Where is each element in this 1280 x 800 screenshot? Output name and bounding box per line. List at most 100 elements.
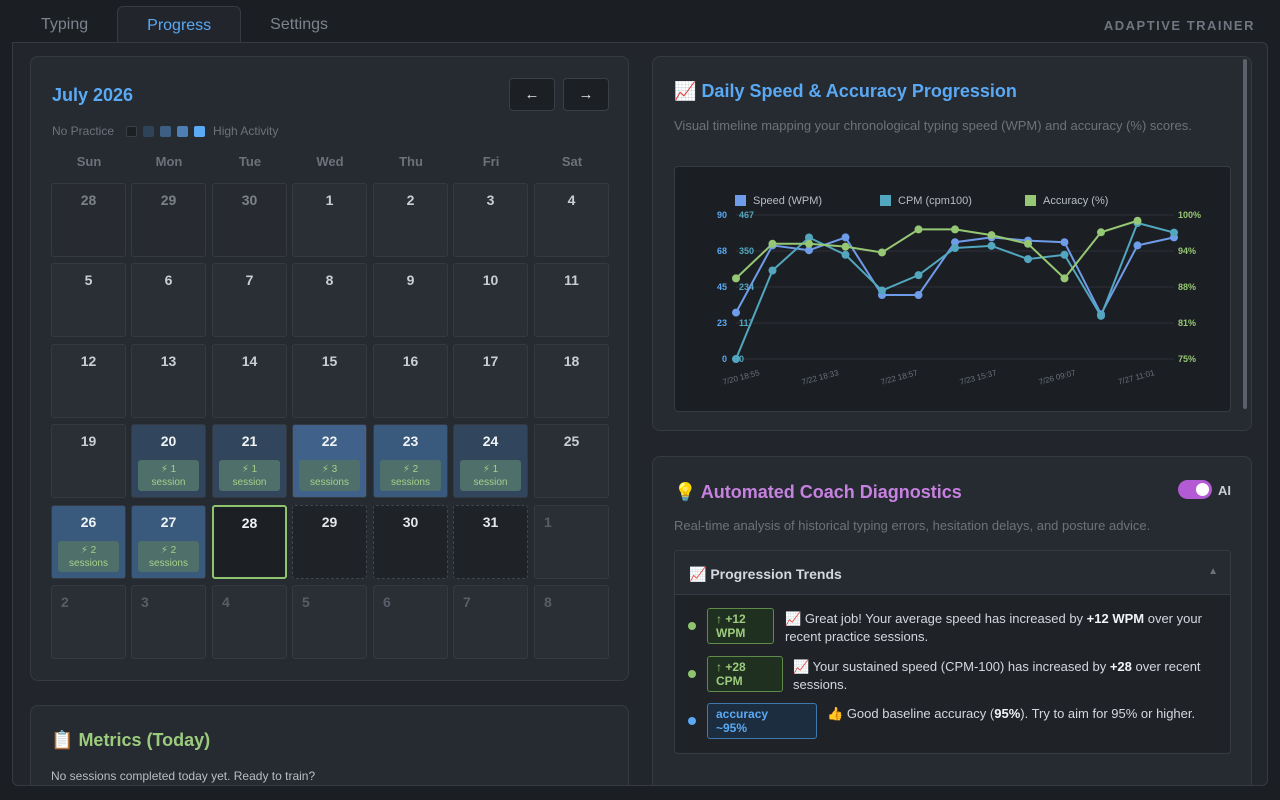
calendar-day[interactable]: 4 [212,585,287,659]
calendar-day[interactable]: 31 [453,505,528,579]
chart-subtitle: Visual timeline mapping your chronologic… [674,118,1192,133]
data-point [1170,228,1178,237]
data-point [1133,216,1142,225]
y-tick-accuracy: 100% [1178,210,1201,220]
calendar-day[interactable]: 3 [131,585,206,659]
session-count-badge: ⚡ 1 session [219,460,280,491]
legend-swatch [177,125,189,137]
day-number: 7 [463,594,471,610]
calendar-day[interactable]: 27 ⚡ 2 sessions [131,505,206,579]
data-point [841,233,850,242]
calendar-day[interactable]: 1 [292,183,367,257]
data-point [951,225,959,234]
tab-typing[interactable]: Typing [12,6,117,43]
calendar-day[interactable]: 5 [51,263,126,337]
data-point [1060,238,1069,247]
calendar-day[interactable]: 4 [534,183,609,257]
calendar-day[interactable]: 13 [131,344,206,418]
trend-status-dot [688,717,696,725]
trend-message: 📈 Your sustained speed (CPM-100) has inc… [793,659,1201,692]
trend-message: 👍 Good baseline accuracy (95%). Try to a… [827,706,1196,721]
calendar-day[interactable]: 20 ⚡ 1 session [131,424,206,498]
calendar-day[interactable]: 11 [534,263,609,337]
day-number: 4 [567,192,576,208]
day-number: 31 [482,514,499,530]
calendar-day[interactable]: 18 [534,344,609,418]
calendar-day[interactable]: 17 [453,344,528,418]
data-point [914,271,923,280]
calendar-day[interactable]: 25 [534,424,609,498]
y-tick-wpm: 0 [722,354,727,364]
calendar-day[interactable]: 8 [292,263,367,337]
coach-subtitle: Real-time analysis of historical typing … [674,518,1151,533]
metrics-status-text: No sessions completed today yet. Ready t… [51,769,316,783]
calendar-day[interactable]: 19 [51,424,126,498]
tab-progress[interactable]: Progress [117,6,242,43]
data-point [1024,255,1032,264]
calendar-day[interactable]: 26 ⚡ 2 sessions [51,505,126,579]
calendar-day[interactable]: 30 [373,505,448,579]
calendar-day[interactable]: 28 [212,505,287,579]
calendar-day[interactable]: 15 [292,344,367,418]
day-number: 8 [325,272,334,288]
coach-title: 💡 Automated Coach Diagnostics [674,482,962,502]
calendar-day[interactable]: 2 [51,585,126,659]
calendar-day[interactable]: 9 [373,263,448,337]
day-number: 12 [80,353,97,369]
day-number: 18 [563,353,580,369]
calendar-day[interactable]: 16 [373,344,448,418]
day-number: 26 [80,514,97,530]
chart-title: 📈 Daily Speed & Accuracy Progression [674,81,1017,101]
calendar-day[interactable]: 23 ⚡ 2 sessions [373,424,448,498]
calendar-day[interactable]: 6 [131,263,206,337]
progress-panel: July 2026 ← → No Practice High Activity … [12,42,1268,786]
day-number: 29 [160,192,177,208]
chart-card-scrollbar[interactable] [1243,59,1247,409]
calendar-day[interactable]: 7 [212,263,287,337]
calendar-day[interactable]: 8 [534,585,609,659]
ai-toggle[interactable] [1178,480,1212,499]
prev-month-button[interactable]: ← [509,78,555,111]
x-tick-label: 7/22 18:57 [880,368,919,387]
y-tick-wpm: 23 [717,318,727,328]
calendar-day[interactable]: 12 [51,344,126,418]
next-month-button[interactable]: → [563,78,609,111]
data-point [1060,250,1069,259]
session-count-badge: ⚡ 2 sessions [380,460,441,491]
calendar-day[interactable]: 30 [212,183,287,257]
calendar-day[interactable]: 1 [534,505,609,579]
trends-panel-header[interactable]: 📈 Progression Trends ▲ [675,551,1230,595]
data-point [841,250,850,259]
y-tick-accuracy: 75% [1178,354,1196,364]
trend-status-dot [688,670,696,678]
day-number: 28 [241,515,258,531]
calendar-day[interactable]: 21 ⚡ 1 session [212,424,287,498]
calendar-day[interactable]: 29 [292,505,367,579]
day-number: 4 [222,594,230,610]
calendar-day[interactable]: 24 ⚡ 1 session [453,424,528,498]
metrics-title: 📋 Metrics (Today) [51,730,211,750]
calendar-day[interactable]: 29 [131,183,206,257]
calendar-day[interactable]: 5 [292,585,367,659]
day-number: 6 [383,594,391,610]
day-number: 14 [241,353,258,369]
calendar-day[interactable]: 3 [453,183,528,257]
calendar-day[interactable]: 7 [453,585,528,659]
calendar-day[interactable]: 14 [212,344,287,418]
progression-chart-card: 📈 Daily Speed & Accuracy Progression Vis… [652,56,1252,431]
day-number: 5 [84,272,93,288]
trends-panel-title: 📈 Progression Trends [689,566,842,582]
data-point [805,239,813,248]
data-point [732,355,740,363]
calendar-day[interactable]: 28 [51,183,126,257]
calendar-day[interactable]: 2 [373,183,448,257]
trend-badge: ↑ +28 CPM [707,656,783,692]
data-point [732,274,740,283]
collapse-caret-icon[interactable]: ▲ [1208,566,1218,577]
calendar-day[interactable]: 22 ⚡ 3 sessions [292,424,367,498]
calendar-day[interactable]: 10 [453,263,528,337]
y-tick-accuracy: 94% [1178,246,1196,256]
calendar-day[interactable]: 6 [373,585,448,659]
tab-settings[interactable]: Settings [241,6,357,43]
legend-high-label: High Activity [213,124,279,138]
